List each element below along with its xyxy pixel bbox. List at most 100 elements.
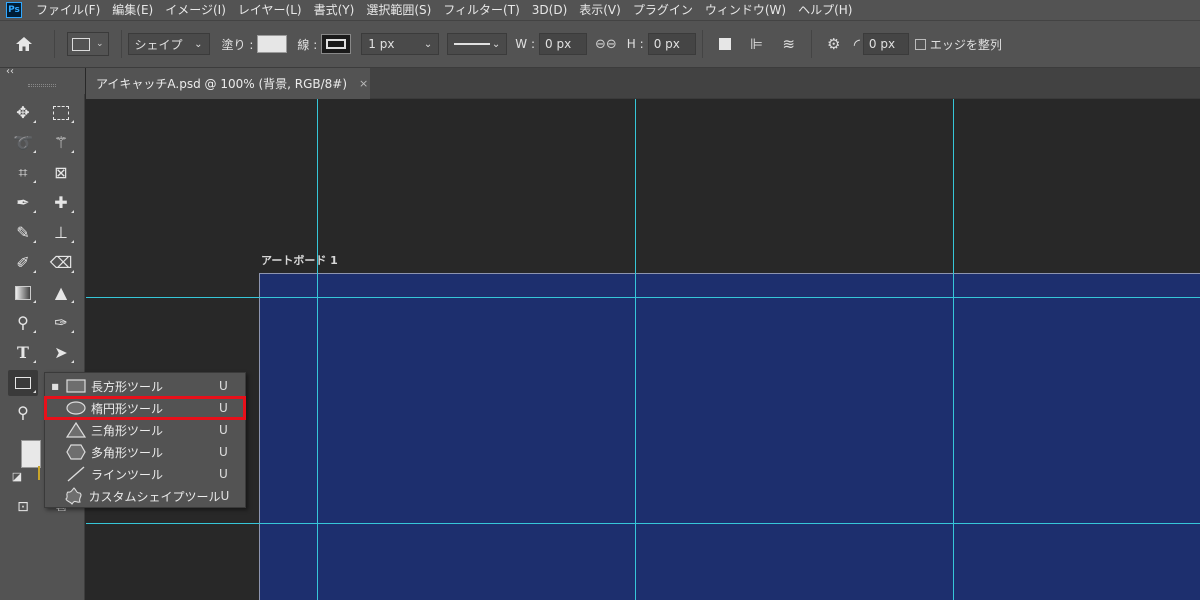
chevron-down-icon: ⌄ — [194, 38, 203, 50]
horizontal-guide[interactable] — [86, 297, 1200, 298]
brush-tool[interactable]: ✎ — [8, 220, 38, 246]
stroke-type-select[interactable]: ⌄ — [447, 33, 508, 55]
rectangle-icon — [15, 377, 31, 389]
home-button[interactable] — [0, 20, 48, 68]
background-color-swatch[interactable] — [38, 466, 40, 480]
menu-filter[interactable]: フィルター(T) — [437, 0, 525, 20]
align-edges-label: エッジを整列 — [929, 37, 1002, 52]
menu-plugins[interactable]: プラグイン — [627, 0, 699, 20]
collapse-panel-icon[interactable]: ‹‹ — [6, 66, 14, 77]
eraser-icon: ⌫ — [49, 253, 73, 272]
flyout-item-custom-shape[interactable]: カスタムシェイプツール U — [45, 485, 245, 507]
menu-layer[interactable]: レイヤー(L) — [232, 0, 308, 20]
frame-icon: ⊠ — [54, 163, 68, 182]
eraser-tool[interactable]: ⌫ — [46, 250, 76, 276]
menu-type[interactable]: 書式(Y) — [308, 0, 361, 20]
divider — [120, 30, 122, 58]
gear-icon: ⚙ — [826, 35, 841, 53]
corner-radius-input[interactable]: 0 px — [862, 33, 909, 55]
path-arrangement-button[interactable]: ≋ — [773, 28, 805, 60]
flyout-item-polygon[interactable]: 多角形ツール U — [45, 441, 245, 463]
menu-window[interactable]: ウィンドウ(W) — [699, 0, 792, 20]
flyout-item-triangle[interactable]: 三角形ツール U — [45, 419, 245, 441]
default-colors-icon: ◪ — [11, 469, 23, 483]
fill-color-swatch[interactable] — [257, 35, 288, 53]
line-icon — [65, 465, 87, 483]
type-tool[interactable]: T — [8, 340, 38, 366]
healing-brush-tool[interactable]: ✚ — [46, 190, 76, 216]
menu-image[interactable]: イメージ(I) — [159, 0, 232, 20]
menu-select[interactable]: 選択範囲(S) — [360, 0, 437, 20]
default-colors-button[interactable]: ◪ — [8, 468, 26, 484]
canvas-area[interactable]: アートボード 1 — [86, 99, 1200, 600]
close-icon[interactable]: × — [359, 77, 368, 90]
menu-3d[interactable]: 3D(D) — [526, 0, 573, 20]
artboard[interactable] — [259, 273, 1200, 600]
path-alignment-button[interactable]: ⊫ — [741, 28, 773, 60]
shortcut-key: U — [220, 489, 230, 503]
rectangle-tool[interactable] — [8, 370, 38, 396]
vertical-guide[interactable] — [317, 99, 318, 600]
lasso-icon: ➰ — [13, 133, 33, 152]
marquee-icon — [53, 106, 69, 120]
chevron-down-icon: ⌄ — [491, 38, 501, 50]
vertical-guide[interactable] — [635, 99, 636, 600]
magnifier-icon: ⚲ — [17, 403, 29, 422]
link-icon[interactable]: ⊖⊖ — [595, 37, 617, 52]
settings-button[interactable]: ⚙ — [818, 28, 850, 60]
align-left-icon: ⊫ — [750, 35, 764, 53]
rectangle-icon — [65, 377, 87, 395]
magic-wand-tool[interactable]: ⚚ — [46, 130, 76, 156]
options-bar: ⌄ シェイプ ⌄ 塗り : 線 : 1 px ⌄ ⌄ W : 0 px ⊖⊖ H… — [0, 20, 1200, 68]
triangle-icon — [65, 421, 87, 439]
stroke-preview-icon — [326, 39, 347, 49]
quick-mask-button[interactable]: ⊡ — [8, 494, 38, 520]
vertical-guide[interactable] — [953, 99, 954, 600]
eyedropper-tool[interactable]: ✒ — [8, 190, 38, 216]
flyout-item-label: 多角形ツール — [91, 445, 164, 460]
shortcut-key: U — [219, 445, 228, 459]
move-tool[interactable]: ✥ — [8, 100, 38, 126]
pen-tool[interactable]: ✑ — [46, 310, 76, 336]
document-tab-title: アイキャッチA.psd @ 100% (背景, RGB/8#) — [96, 77, 348, 91]
history-brush-tool[interactable]: ✐ — [8, 250, 38, 276]
document-tab[interactable]: アイキャッチA.psd @ 100% (背景, RGB/8#) × — [86, 68, 370, 99]
align-edges-checkbox[interactable] — [914, 38, 926, 50]
divider — [701, 30, 703, 58]
clone-stamp-tool[interactable]: ⊥ — [46, 220, 76, 246]
path-operations-button[interactable] — [709, 28, 741, 60]
gradient-tool[interactable] — [8, 280, 38, 306]
flyout-item-rectangle[interactable]: ■ 長方形ツール U — [45, 375, 245, 397]
flyout-item-label: 三角形ツール — [91, 423, 164, 438]
menu-help[interactable]: ヘルプ(H) — [792, 0, 858, 20]
menu-file[interactable]: ファイル(F) — [30, 0, 106, 20]
height-input[interactable]: 0 px — [647, 33, 696, 55]
flyout-item-label: カスタムシェイプツール — [88, 489, 221, 504]
width-input[interactable]: 0 px — [539, 33, 587, 55]
stroke-width-input[interactable]: 1 px ⌄ — [361, 33, 440, 55]
menu-edit[interactable]: 編集(E) — [106, 0, 159, 20]
zoom-tool[interactable]: ⚲ — [8, 400, 38, 426]
divider — [54, 30, 55, 58]
blur-tool[interactable]: ▲ — [46, 280, 76, 306]
dodge-tool[interactable]: ⚲ — [8, 310, 38, 336]
lasso-tool[interactable]: ➰ — [8, 130, 38, 156]
horizontal-guide[interactable] — [86, 523, 1200, 524]
marquee-tool[interactable] — [46, 100, 76, 126]
flyout-item-line[interactable]: ラインツール U — [45, 463, 245, 485]
photoshop-logo-icon[interactable]: Ps — [6, 2, 22, 18]
menu-bar: Ps ファイル(F) 編集(E) イメージ(I) レイヤー(L) 書式(Y) 選… — [0, 0, 1200, 20]
frame-tool[interactable]: ⊠ — [46, 160, 76, 186]
shape-mode-select[interactable]: シェイプ ⌄ — [127, 33, 210, 55]
panel-grip-icon[interactable] — [28, 84, 56, 87]
path-selection-tool[interactable]: ➤ — [46, 340, 76, 366]
artboard-label[interactable]: アートボード 1 — [261, 252, 338, 268]
menu-view[interactable]: 表示(V) — [573, 0, 627, 20]
crop-icon: ⌗ — [18, 163, 28, 182]
brush-icon: ✎ — [16, 223, 30, 242]
flyout-item-ellipse[interactable]: 楕円形ツール U — [44, 396, 246, 420]
crop-tool[interactable]: ⌗ — [8, 160, 38, 186]
foreground-color-swatch[interactable] — [21, 440, 41, 468]
tool-preset-picker[interactable]: ⌄ — [67, 32, 109, 56]
stroke-color-swatch[interactable] — [321, 34, 352, 54]
